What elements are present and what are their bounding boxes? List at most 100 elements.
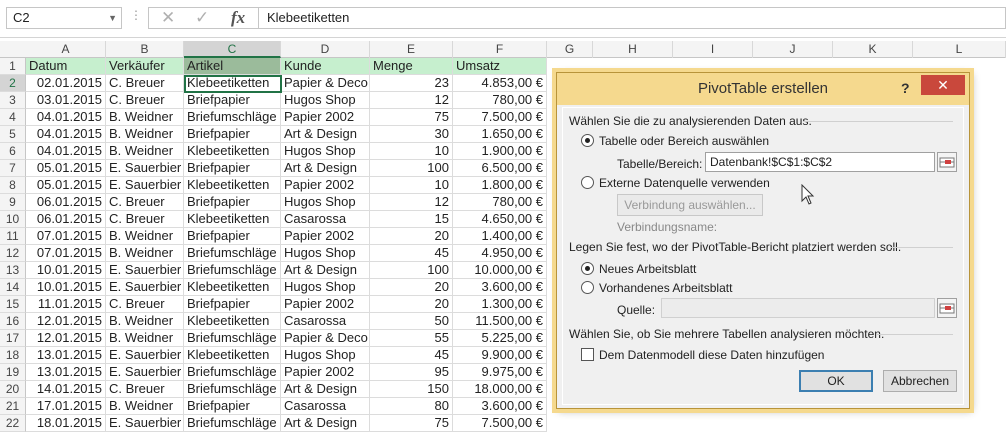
table-cell[interactable]: Casarossa — [281, 398, 370, 415]
table-cell[interactable]: 4.950,00 € — [453, 245, 547, 262]
chevron-down-icon[interactable]: ▼ — [108, 8, 117, 28]
table-cell[interactable]: 06.01.2015 — [26, 194, 106, 211]
table-cell[interactable]: 1.900,00 € — [453, 143, 547, 160]
table-cell[interactable]: Klebeetiketten — [184, 313, 281, 330]
table-cell[interactable]: 14.01.2015 — [26, 381, 106, 398]
row-header[interactable]: 12 — [0, 245, 26, 262]
table-cell[interactable]: 13.01.2015 — [26, 347, 106, 364]
table-cell[interactable]: Hugos Shop — [281, 143, 370, 160]
table-cell[interactable]: Hugos Shop — [281, 347, 370, 364]
range-input[interactable]: Datenbank!$C$1:$C$2 — [705, 152, 935, 172]
table-cell[interactable]: 10 — [370, 143, 453, 160]
table-cell[interactable]: Klebeetiketten — [184, 177, 281, 194]
table-cell[interactable]: Art & Design — [281, 415, 370, 432]
table-cell[interactable]: 04.01.2015 — [26, 126, 106, 143]
name-box[interactable]: C2 ▼ — [6, 7, 122, 29]
table-cell[interactable]: 45 — [370, 245, 453, 262]
table-cell[interactable]: 6.500,00 € — [453, 160, 547, 177]
row-header[interactable]: 17 — [0, 330, 26, 347]
table-cell[interactable]: Briefumschläge — [184, 381, 281, 398]
header-cell[interactable]: Kunde — [281, 58, 370, 75]
row-header[interactable]: 20 — [0, 381, 26, 398]
table-cell[interactable]: 4.650,00 € — [453, 211, 547, 228]
table-cell[interactable]: 80 — [370, 398, 453, 415]
row-header[interactable]: 14 — [0, 279, 26, 296]
table-cell[interactable]: Briefpapier — [184, 194, 281, 211]
table-cell[interactable]: 95 — [370, 364, 453, 381]
table-cell[interactable]: 18.000,00 € — [453, 381, 547, 398]
column-header-c[interactable]: C — [184, 41, 281, 58]
radio-external-source[interactable] — [581, 176, 594, 189]
table-cell[interactable]: Hugos Shop — [281, 92, 370, 109]
table-cell[interactable]: Art & Design — [281, 262, 370, 279]
table-cell[interactable]: Briefumschläge — [184, 364, 281, 381]
table-cell[interactable]: 11.500,00 € — [453, 313, 547, 330]
table-cell[interactable]: 10.000,00 € — [453, 262, 547, 279]
table-cell[interactable]: Papier & Deco — [281, 330, 370, 347]
source-select-icon[interactable] — [937, 298, 957, 318]
table-cell[interactable]: Briefpapier — [184, 92, 281, 109]
table-cell[interactable]: 20 — [370, 228, 453, 245]
table-cell[interactable]: Briefumschläge — [184, 262, 281, 279]
table-cell[interactable]: Papier 2002 — [281, 109, 370, 126]
range-select-icon[interactable] — [937, 152, 957, 172]
table-cell[interactable]: 50 — [370, 313, 453, 330]
row-header[interactable]: 13 — [0, 262, 26, 279]
table-cell[interactable]: Art & Design — [281, 160, 370, 177]
header-cell[interactable]: Menge — [370, 58, 453, 75]
column-header-e[interactable]: E — [370, 41, 453, 58]
table-cell[interactable]: Briefumschläge — [184, 415, 281, 432]
table-cell[interactable]: 23 — [370, 75, 453, 92]
row-header[interactable]: 10 — [0, 211, 26, 228]
table-cell[interactable]: 12.01.2015 — [26, 313, 106, 330]
table-cell[interactable]: Papier 2002 — [281, 228, 370, 245]
table-cell[interactable]: 04.01.2015 — [26, 109, 106, 126]
row-header[interactable]: 4 — [0, 109, 26, 126]
row-header[interactable]: 5 — [0, 126, 26, 143]
table-cell[interactable]: E. Sauerbier — [106, 279, 184, 296]
table-cell[interactable]: 10.01.2015 — [26, 262, 106, 279]
table-cell[interactable]: 45 — [370, 347, 453, 364]
row-header[interactable]: 2 — [0, 75, 26, 92]
table-cell[interactable]: C. Breuer — [106, 211, 184, 228]
table-cell[interactable]: 07.01.2015 — [26, 245, 106, 262]
table-cell[interactable]: Briefumschläge — [184, 330, 281, 347]
table-cell[interactable]: Klebeetiketten — [184, 211, 281, 228]
table-cell[interactable]: 12.01.2015 — [26, 330, 106, 347]
table-cell[interactable]: 18.01.2015 — [26, 415, 106, 432]
formula-input[interactable]: Klebeetiketten — [258, 7, 1006, 29]
table-cell[interactable]: 20 — [370, 279, 453, 296]
table-cell[interactable]: E. Sauerbier — [106, 160, 184, 177]
table-cell[interactable]: Art & Design — [281, 381, 370, 398]
table-cell[interactable]: 13.01.2015 — [26, 364, 106, 381]
column-header-f[interactable]: F — [453, 41, 547, 58]
table-cell[interactable]: C. Breuer — [106, 194, 184, 211]
table-cell[interactable]: Klebeetiketten — [184, 279, 281, 296]
table-cell[interactable]: 5.225,00 € — [453, 330, 547, 347]
table-cell[interactable]: 12 — [370, 194, 453, 211]
table-cell[interactable]: B. Weidner — [106, 398, 184, 415]
table-cell[interactable]: Klebeetiketten — [184, 347, 281, 364]
table-cell[interactable]: 1.400,00 € — [453, 228, 547, 245]
header-cell[interactable]: Artikel — [184, 58, 281, 75]
table-cell[interactable]: Klebeetiketten — [184, 75, 281, 92]
column-header-l[interactable]: L — [913, 41, 1006, 58]
table-cell[interactable]: 03.01.2015 — [26, 92, 106, 109]
cancel-button[interactable]: Abbrechen — [883, 370, 957, 392]
table-cell[interactable]: C. Breuer — [106, 75, 184, 92]
table-cell[interactable]: Briefpapier — [184, 398, 281, 415]
datamodel-checkbox[interactable] — [581, 348, 594, 361]
table-cell[interactable]: Briefumschläge — [184, 245, 281, 262]
row-header[interactable]: 15 — [0, 296, 26, 313]
table-cell[interactable]: 05.01.2015 — [26, 160, 106, 177]
table-cell[interactable]: E. Sauerbier — [106, 177, 184, 194]
table-cell[interactable]: Hugos Shop — [281, 194, 370, 211]
table-cell[interactable]: 9.900,00 € — [453, 347, 547, 364]
table-cell[interactable]: 100 — [370, 262, 453, 279]
table-cell[interactable]: 17.01.2015 — [26, 398, 106, 415]
table-cell[interactable]: 100 — [370, 160, 453, 177]
table-cell[interactable]: B. Weidner — [106, 109, 184, 126]
table-cell[interactable]: 4.853,00 € — [453, 75, 547, 92]
table-cell[interactable]: 11.01.2015 — [26, 296, 106, 313]
table-cell[interactable]: 30 — [370, 126, 453, 143]
